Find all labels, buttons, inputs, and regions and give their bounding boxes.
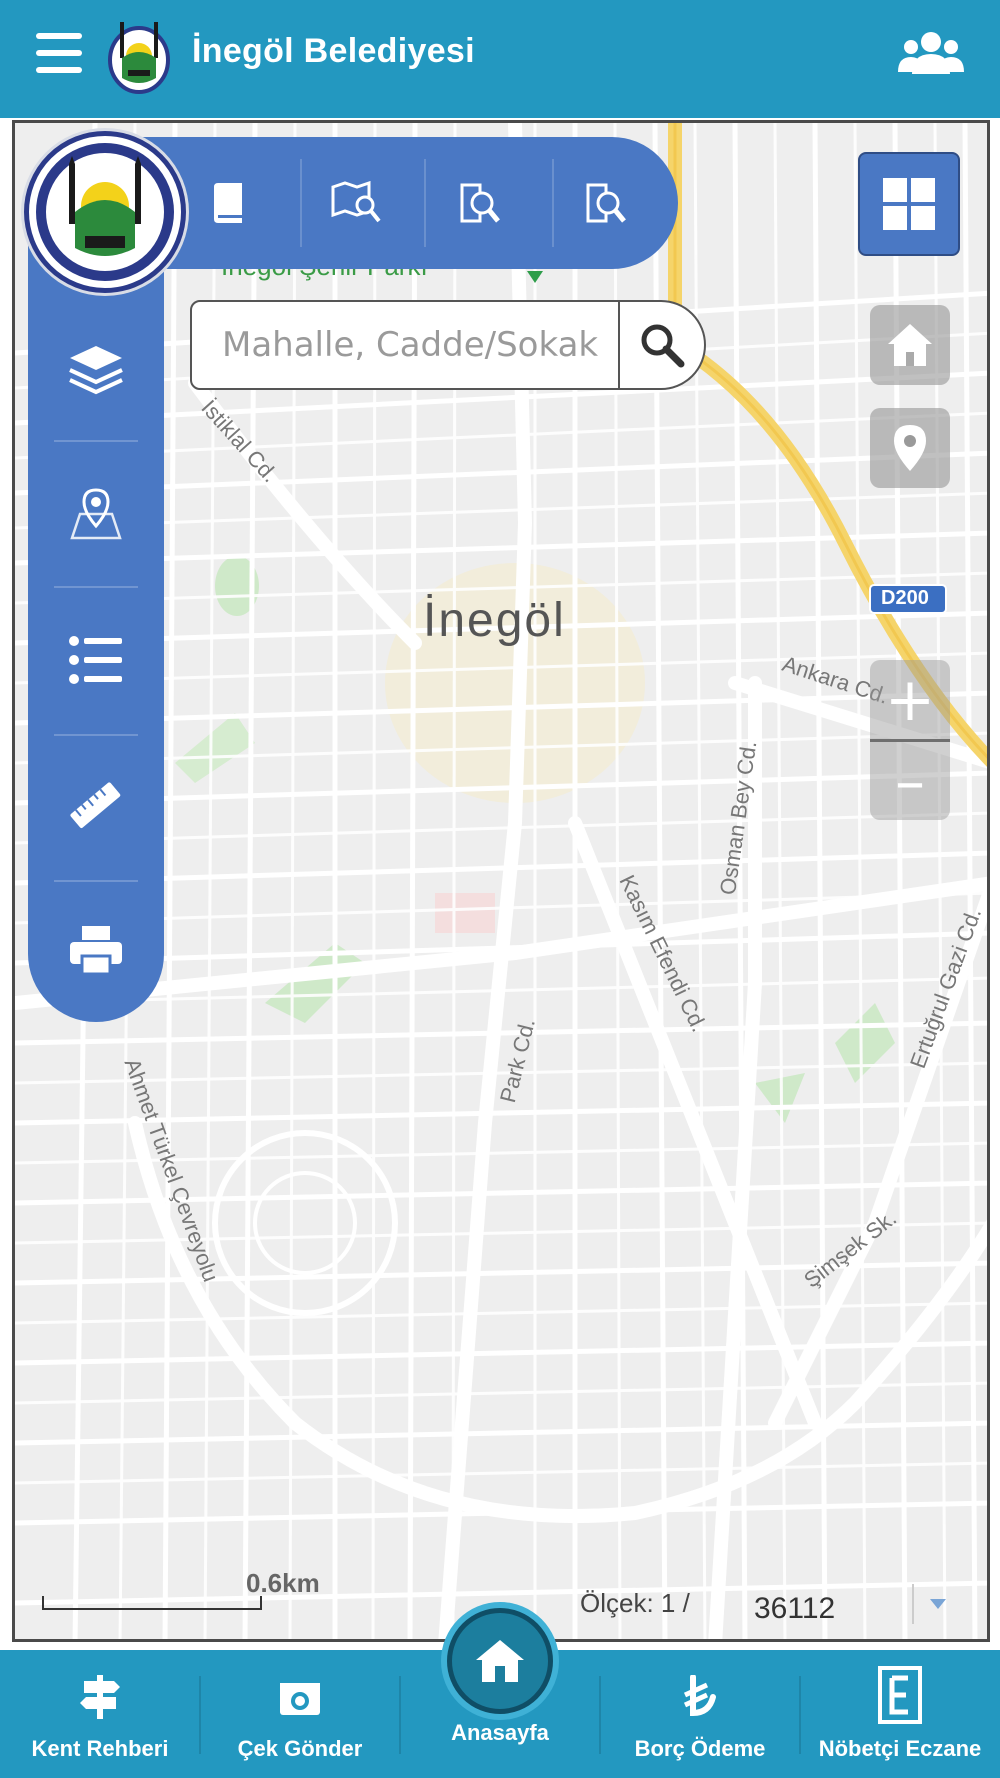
zoom-out-button[interactable]: –	[870, 742, 950, 822]
scale-value[interactable]: 36112	[754, 1592, 835, 1626]
book-icon[interactable]	[188, 161, 272, 245]
nav-label: Çek Gönder	[237, 1736, 363, 1761]
map-city-label: İnegöl	[423, 594, 566, 647]
app-header: İnegöl Belediyesi	[0, 0, 1000, 118]
search-input[interactable]	[192, 302, 618, 388]
lira-icon	[683, 1675, 716, 1717]
signpost-icon	[80, 1675, 120, 1719]
location-pin-icon	[894, 425, 926, 471]
my-location-button[interactable]	[870, 408, 950, 488]
nav-label: Borç Ödeme	[634, 1736, 766, 1761]
side-toolbar	[28, 200, 164, 1022]
search-document-alt-icon[interactable]	[564, 161, 648, 245]
ruler-icon[interactable]	[46, 756, 146, 856]
toolbar-logo[interactable]	[24, 131, 186, 293]
map-pin-icon[interactable]	[46, 464, 146, 564]
nav-anasayfa[interactable]	[447, 1608, 553, 1714]
scale-dropdown[interactable]	[912, 1584, 962, 1624]
app-title: İnegöl Belediyesi	[192, 32, 475, 70]
pharmacy-e-icon	[878, 1666, 922, 1724]
search-button[interactable]	[618, 300, 706, 390]
grid-menu-button[interactable]	[858, 152, 960, 256]
scale-distance: 0.6km	[246, 1568, 320, 1598]
nav-label: Nöbetçi Eczane	[818, 1736, 982, 1761]
home-extent-button[interactable]	[870, 305, 950, 385]
inegol-emblem-icon	[36, 143, 174, 281]
scale-label: Ölçek: 1 /	[580, 1588, 690, 1618]
grid-icon	[883, 178, 935, 230]
top-toolbar	[118, 137, 678, 269]
home-icon	[888, 324, 932, 366]
search-box	[190, 300, 620, 390]
nav-label-anasayfa: Anasayfa	[451, 1720, 549, 1745]
inegol-municipality-logo	[108, 22, 170, 94]
search-icon	[641, 324, 685, 368]
camera-icon	[280, 1683, 320, 1715]
nav-label: Kent Rehberi	[31, 1736, 169, 1761]
home-icon	[476, 1640, 524, 1682]
zoom-in-button[interactable]: +	[870, 660, 950, 740]
map-label-d200: D200	[881, 587, 929, 609]
chevron-down-icon	[930, 1599, 946, 1609]
list-icon[interactable]	[46, 610, 146, 710]
map-search-icon[interactable]	[314, 161, 398, 245]
nav-cek-gonder[interactable]: Çek Gönder	[200, 1650, 400, 1778]
nav-borc-odeme[interactable]: Borç Ödeme	[600, 1650, 800, 1778]
users-icon[interactable]	[898, 30, 964, 76]
nav-kent-rehberi[interactable]: Kent Rehberi	[0, 1650, 200, 1778]
zoom-control: + –	[870, 660, 950, 820]
scale-bar	[42, 1596, 262, 1610]
printer-icon[interactable]	[46, 900, 146, 1000]
hamburger-menu-icon[interactable]	[36, 33, 82, 73]
search-document-icon[interactable]	[438, 161, 522, 245]
nav-nobetci-eczane[interactable]: Nöbetçi Eczane	[800, 1650, 1000, 1778]
layers-icon[interactable]	[46, 320, 146, 420]
